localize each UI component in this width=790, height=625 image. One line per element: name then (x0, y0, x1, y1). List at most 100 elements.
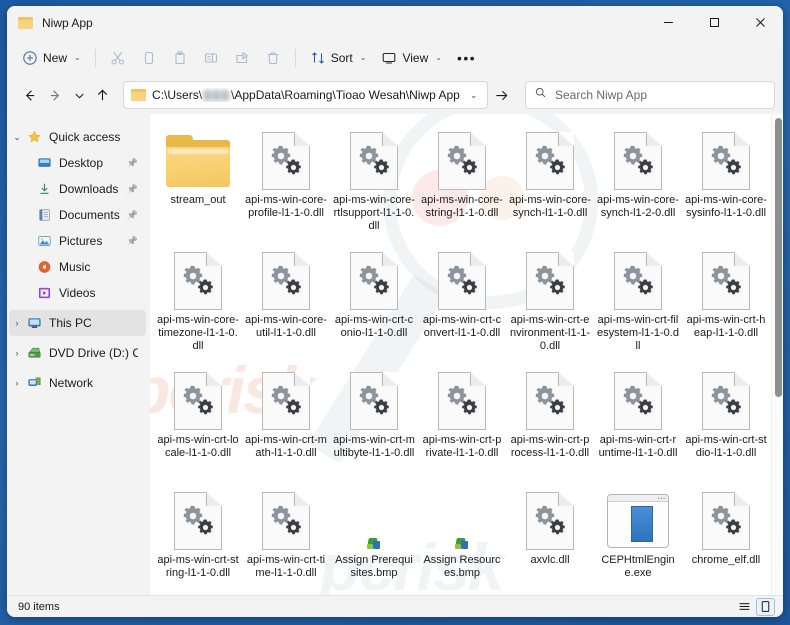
file-icon-wrapper (262, 368, 310, 434)
pin-icon[interactable]: 📌 (127, 236, 138, 247)
minimize-button[interactable] (645, 6, 691, 39)
vertical-scrollbar[interactable] (771, 114, 783, 595)
file-item[interactable]: api-ms-win-core-synch-l1-1-0.dll (506, 120, 594, 240)
view-button-label: View (402, 50, 429, 65)
file-item[interactable]: api-ms-win-crt-string-l1-1-0.dll (154, 480, 242, 595)
cut-button[interactable] (103, 44, 133, 72)
file-icon-wrapper (262, 128, 310, 194)
file-item[interactable]: stream_out (154, 120, 242, 240)
large-icons-view-button[interactable] (756, 597, 775, 616)
sidebar-item-network[interactable]: › Network (9, 370, 146, 396)
file-item[interactable]: api-ms-win-crt-runtime-l1-1-0.dll (594, 360, 682, 480)
pin-icon[interactable]: 📌 (127, 210, 138, 221)
file-item[interactable]: api-ms-win-core-synch-l1-2-0.dll (594, 120, 682, 240)
expander-icon[interactable]: › (9, 318, 25, 328)
file-item[interactable]: api-ms-win-core-profile-l1-1-0.dll (242, 120, 330, 240)
file-item[interactable]: Assign Resources.bmp (418, 480, 506, 595)
file-item[interactable]: api-ms-win-crt-locale-l1-1-0.dll (154, 360, 242, 480)
file-list-pane[interactable]: pcrisk pcrisk stream_outapi-ms-win-core-… (150, 114, 783, 595)
file-name-label: api-ms-win-crt-runtime-l1-1-0.dll (598, 434, 678, 459)
rename-button[interactable] (196, 44, 226, 72)
refresh-go-button[interactable] (490, 81, 513, 109)
file-item[interactable]: chrome_elf.dll (682, 480, 770, 595)
file-item[interactable]: api-ms-win-crt-process-l1-1-0.dll (506, 360, 594, 480)
chevron-down-icon: ⌄ (74, 53, 81, 62)
details-view-button[interactable] (735, 598, 754, 616)
up-button[interactable] (91, 81, 115, 109)
forward-button[interactable] (43, 81, 67, 109)
tab-title[interactable]: Niwp App (42, 16, 93, 30)
recent-locations-button[interactable] (70, 81, 89, 109)
dll-file-icon (350, 372, 398, 430)
sidebar-item-quick-access[interactable]: ⌄ Quick access (9, 124, 146, 150)
item-count-label: 90 items (18, 600, 60, 613)
file-item[interactable]: api-ms-win-core-rtlsupport-l1-1-0.dll (330, 120, 418, 240)
chevron-down-icon[interactable]: ⌄ (466, 90, 482, 101)
file-item[interactable]: api-ms-win-crt-private-l1-1-0.dll (418, 360, 506, 480)
file-item[interactable]: api-ms-win-crt-conio-l1-1-0.dll (330, 240, 418, 360)
file-item[interactable]: api-ms-win-core-string-l1-1-0.dll (418, 120, 506, 240)
gear-icon (460, 158, 479, 177)
file-icon-wrapper (350, 368, 398, 434)
folder-icon (131, 89, 147, 101)
sidebar-item-this-pc[interactable]: › This PC (9, 310, 146, 336)
maximize-button[interactable] (691, 6, 737, 39)
more-options-button[interactable]: ••• (450, 44, 483, 72)
sort-button[interactable]: Sort ⌄ (303, 44, 374, 72)
search-input[interactable]: Search Niwp App (555, 88, 647, 102)
view-button[interactable]: View ⌄ (374, 44, 449, 72)
file-item[interactable]: ••• CEPHtmlEngine.exe (594, 480, 682, 595)
search-box[interactable]: Search Niwp App (524, 81, 775, 109)
search-icon (534, 86, 547, 104)
file-icon-wrapper (174, 368, 222, 434)
sidebar-item-videos[interactable]: Videos (9, 280, 146, 306)
sidebar-item-documents[interactable]: Documents 📌 (9, 202, 146, 228)
file-item[interactable]: api-ms-win-crt-multibyte-l1-1-0.dll (330, 360, 418, 480)
file-item[interactable]: api-ms-win-crt-filesystem-l1-1-0.dll (594, 240, 682, 360)
expander-icon[interactable]: › (9, 378, 25, 388)
pin-icon[interactable]: 📌 (127, 158, 138, 169)
share-button[interactable] (227, 44, 257, 72)
address-input[interactable]: C:\Users\ \AppData\Roaming\Tioao Wesah\N… (123, 81, 489, 109)
sidebar-item-music[interactable]: Music (9, 254, 146, 280)
back-button[interactable] (17, 81, 41, 109)
file-item[interactable]: api-ms-win-core-timezone-l1-1-0.dll (154, 240, 242, 360)
window-controls (645, 6, 783, 39)
gear-icon (724, 158, 743, 177)
file-item[interactable]: api-ms-win-crt-stdio-l1-1-0.dll (682, 360, 770, 480)
gear-icon (460, 398, 479, 417)
file-name-label: Assign Resources.bmp (423, 554, 501, 579)
sidebar-item-downloads[interactable]: Downloads 📌 (9, 176, 146, 202)
paste-button[interactable] (165, 44, 195, 72)
file-icon-wrapper (262, 248, 310, 314)
file-item[interactable]: api-ms-win-crt-heap-l1-1-0.dll (682, 240, 770, 360)
copy-button[interactable] (134, 44, 164, 72)
copy-icon (141, 50, 157, 66)
sidebar-item-pictures[interactable]: Pictures 📌 (9, 228, 146, 254)
file-icon-wrapper (702, 368, 750, 434)
file-item[interactable]: api-ms-win-crt-math-l1-1-0.dll (242, 360, 330, 480)
file-name-label: axvlc.dll (530, 554, 570, 566)
file-item[interactable]: api-ms-win-crt-time-l1-1-0.dll (242, 480, 330, 595)
file-item[interactable]: api-ms-win-crt-environment-l1-1-0.dll (506, 240, 594, 360)
pin-icon[interactable]: 📌 (127, 184, 138, 195)
sidebar-item-dvd-drive-d-cccc[interactable]: › DVD Drive (D:) CCCC (9, 340, 146, 366)
file-explorer-window: Niwp App New ⌄ Sort ⌄ View ⌄ ••• C:\User… (7, 6, 783, 617)
file-name-label: api-ms-win-core-timezone-l1-1-0.dll (157, 314, 239, 352)
new-button[interactable]: New ⌄ (15, 44, 88, 72)
delete-button[interactable] (258, 44, 288, 72)
dll-file-icon (614, 132, 662, 190)
title-bar: Niwp App (7, 6, 783, 39)
expander-icon[interactable]: › (9, 348, 25, 358)
file-item[interactable]: api-ms-win-core-sysinfo-l1-1-0.dll (682, 120, 770, 240)
expander-icon[interactable]: ⌄ (9, 132, 25, 143)
sidebar-item-label: Videos (59, 286, 96, 300)
file-item[interactable]: api-ms-win-core-util-l1-1-0.dll (242, 240, 330, 360)
sidebar-item-desktop[interactable]: Desktop 📌 (9, 150, 146, 176)
file-item[interactable]: axvlc.dll (506, 480, 594, 595)
scrollbar-thumb[interactable] (775, 118, 782, 397)
file-item[interactable]: api-ms-win-crt-convert-l1-1-0.dll (418, 240, 506, 360)
close-button[interactable] (737, 6, 783, 39)
file-item[interactable]: Assign Prerequisites.bmp (330, 480, 418, 595)
file-icon-wrapper (438, 368, 486, 434)
